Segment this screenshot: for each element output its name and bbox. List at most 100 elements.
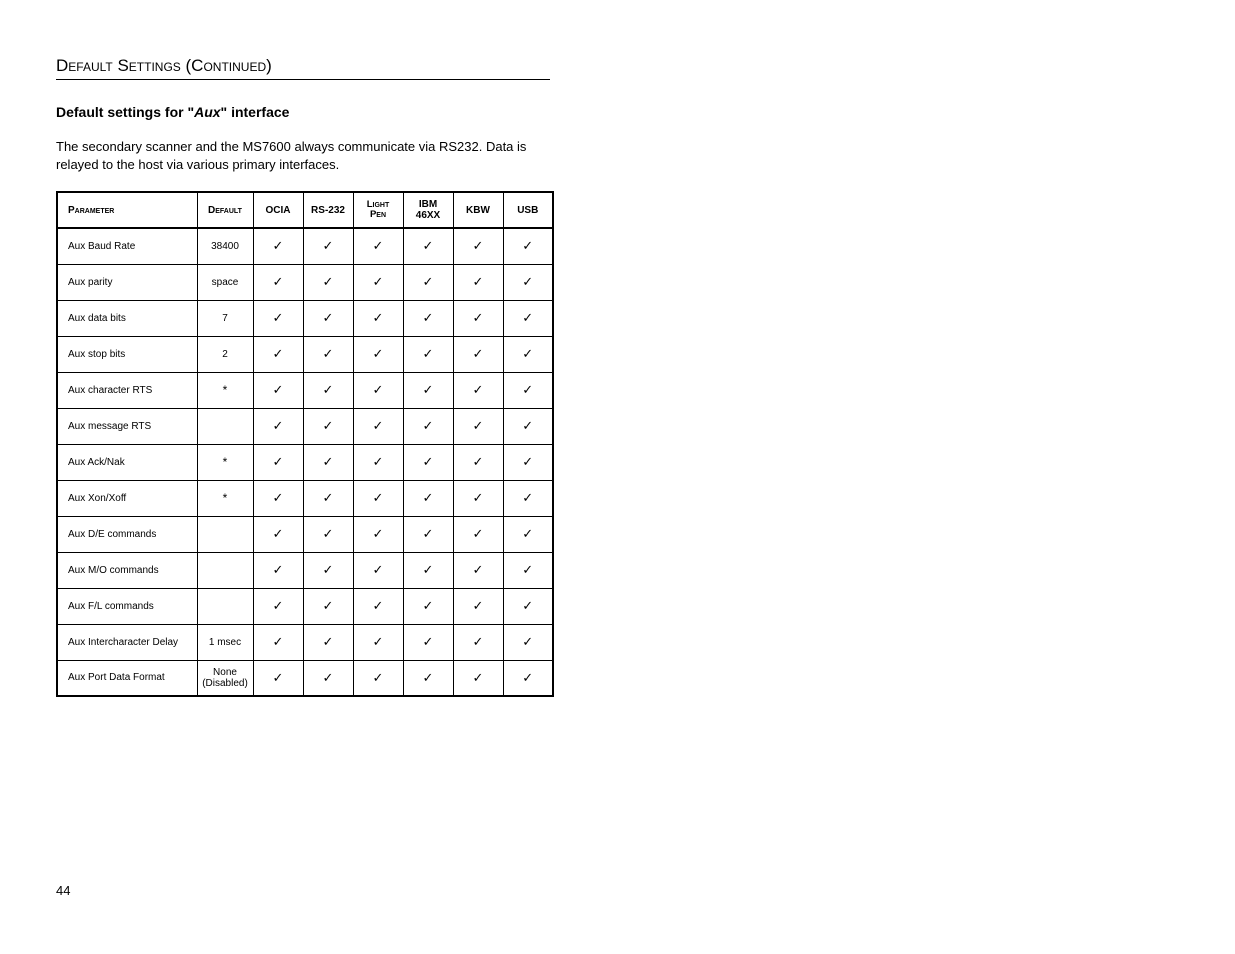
check-icon: ✓ — [273, 382, 284, 397]
check-icon: ✓ — [522, 454, 533, 469]
header-ibm-46xx: IBM 46XX — [403, 192, 453, 228]
check-icon: ✓ — [373, 490, 384, 505]
support-cell: ✓ — [253, 264, 303, 300]
check-icon: ✓ — [423, 562, 434, 577]
support-cell: ✓ — [253, 408, 303, 444]
star-icon: * — [223, 383, 228, 397]
subtitle-prefix: Default settings for " — [56, 104, 194, 120]
check-icon: ✓ — [323, 526, 334, 541]
support-cell: ✓ — [403, 336, 453, 372]
support-cell: ✓ — [303, 264, 353, 300]
support-cell: ✓ — [453, 588, 503, 624]
support-cell: ✓ — [353, 552, 403, 588]
check-icon: ✓ — [323, 382, 334, 397]
param-cell: Aux stop bits — [57, 336, 197, 372]
check-icon: ✓ — [373, 562, 384, 577]
header-usb: USB — [503, 192, 553, 228]
support-cell: ✓ — [303, 300, 353, 336]
table-row: Aux data bits7✓✓✓✓✓✓ — [57, 300, 553, 336]
check-icon: ✓ — [273, 670, 284, 685]
table-row: Aux Port Data FormatNone (Disabled)✓✓✓✓✓… — [57, 660, 553, 696]
check-icon: ✓ — [273, 634, 284, 649]
check-icon: ✓ — [473, 346, 484, 361]
default-cell: 1 msec — [197, 624, 253, 660]
check-icon: ✓ — [423, 670, 434, 685]
param-cell: Aux message RTS — [57, 408, 197, 444]
support-cell: ✓ — [353, 516, 403, 552]
check-icon: ✓ — [473, 238, 484, 253]
check-icon: ✓ — [373, 382, 384, 397]
table-row: Aux parityspace✓✓✓✓✓✓ — [57, 264, 553, 300]
check-icon: ✓ — [473, 310, 484, 325]
table-header-row: Parameter Default OCIA RS-232 Light Pen … — [57, 192, 553, 228]
support-cell: ✓ — [253, 516, 303, 552]
check-icon: ✓ — [273, 418, 284, 433]
check-icon: ✓ — [522, 634, 533, 649]
support-cell: ✓ — [353, 264, 403, 300]
check-icon: ✓ — [323, 346, 334, 361]
table-row: Aux M/O commands✓✓✓✓✓✓ — [57, 552, 553, 588]
check-icon: ✓ — [373, 526, 384, 541]
check-icon: ✓ — [522, 598, 533, 613]
check-icon: ✓ — [522, 526, 533, 541]
support-cell: ✓ — [303, 624, 353, 660]
check-icon: ✓ — [423, 454, 434, 469]
support-cell: ✓ — [353, 660, 403, 696]
check-icon: ✓ — [522, 490, 533, 505]
support-cell: ✓ — [403, 408, 453, 444]
support-cell: ✓ — [253, 336, 303, 372]
check-icon: ✓ — [473, 382, 484, 397]
support-cell: ✓ — [453, 408, 503, 444]
table-row: Aux character RTS*✓✓✓✓✓✓ — [57, 372, 553, 408]
support-cell: ✓ — [503, 552, 553, 588]
support-cell: ✓ — [403, 552, 453, 588]
support-cell: ✓ — [303, 588, 353, 624]
support-cell: ✓ — [303, 408, 353, 444]
check-icon: ✓ — [473, 526, 484, 541]
support-cell: ✓ — [503, 444, 553, 480]
support-cell: ✓ — [503, 516, 553, 552]
check-icon: ✓ — [423, 418, 434, 433]
support-cell: ✓ — [403, 516, 453, 552]
page-number: 44 — [56, 883, 70, 898]
param-cell: Aux data bits — [57, 300, 197, 336]
support-cell: ✓ — [503, 372, 553, 408]
support-cell: ✓ — [353, 624, 403, 660]
support-cell: ✓ — [253, 372, 303, 408]
param-cell: Aux character RTS — [57, 372, 197, 408]
check-icon: ✓ — [373, 274, 384, 289]
check-icon: ✓ — [273, 238, 284, 253]
check-icon: ✓ — [423, 634, 434, 649]
param-cell: Aux Ack/Nak — [57, 444, 197, 480]
support-cell: ✓ — [453, 660, 503, 696]
header-rs232: RS-232 — [303, 192, 353, 228]
check-icon: ✓ — [473, 562, 484, 577]
support-cell: ✓ — [303, 516, 353, 552]
default-cell: None (Disabled) — [197, 660, 253, 696]
page-header: Default Settings (Continued) — [56, 56, 550, 80]
check-icon: ✓ — [273, 310, 284, 325]
support-cell: ✓ — [303, 228, 353, 264]
settings-table: Parameter Default OCIA RS-232 Light Pen … — [56, 191, 554, 697]
param-cell: Aux Baud Rate — [57, 228, 197, 264]
check-icon: ✓ — [323, 670, 334, 685]
check-icon: ✓ — [373, 454, 384, 469]
check-icon: ✓ — [522, 418, 533, 433]
check-icon: ✓ — [423, 346, 434, 361]
intro-text: The secondary scanner and the MS7600 alw… — [56, 138, 566, 173]
check-icon: ✓ — [373, 238, 384, 253]
support-cell: ✓ — [503, 336, 553, 372]
support-cell: ✓ — [453, 336, 503, 372]
default-cell: * — [197, 444, 253, 480]
check-icon: ✓ — [323, 634, 334, 649]
support-cell: ✓ — [403, 228, 453, 264]
support-cell: ✓ — [303, 444, 353, 480]
table-row: Aux Intercharacter Delay1 msec✓✓✓✓✓✓ — [57, 624, 553, 660]
table-row: Aux stop bits2✓✓✓✓✓✓ — [57, 336, 553, 372]
check-icon: ✓ — [373, 634, 384, 649]
param-cell: Aux D/E commands — [57, 516, 197, 552]
check-icon: ✓ — [323, 310, 334, 325]
default-cell: 7 — [197, 300, 253, 336]
support-cell: ✓ — [453, 228, 503, 264]
support-cell: ✓ — [403, 660, 453, 696]
